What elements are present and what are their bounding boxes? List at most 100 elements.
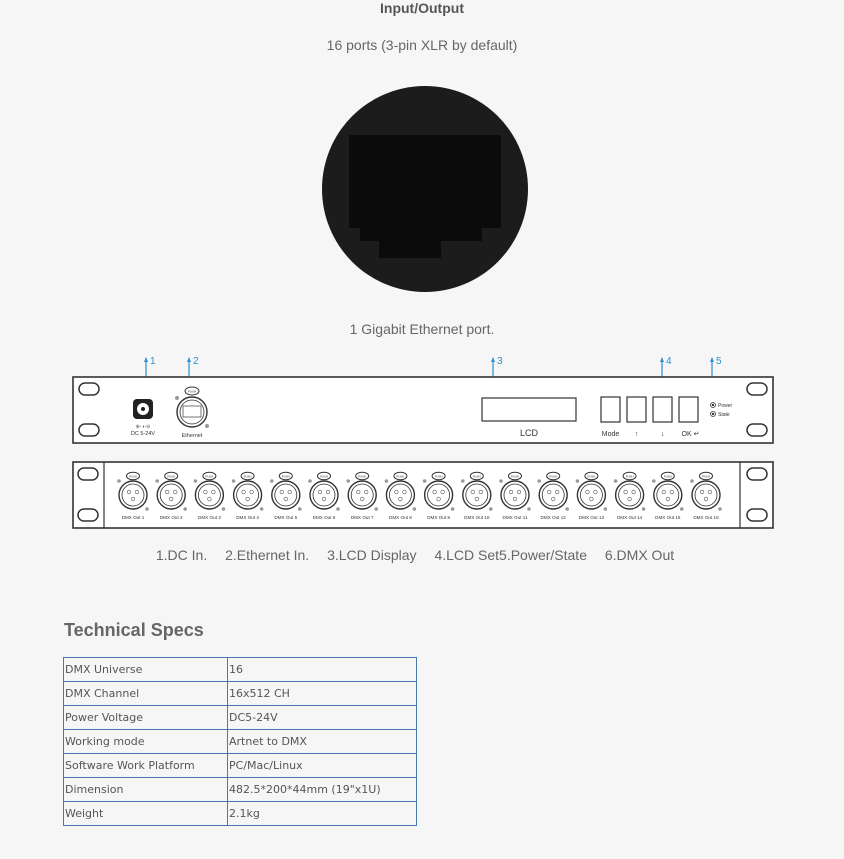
spec-value: Artnet to DMX: [227, 729, 417, 754]
xlr-connector-icon: [309, 480, 339, 510]
svg-text:PUSH: PUSH: [473, 474, 481, 478]
spec-key: Weight: [63, 801, 228, 826]
panel-button-icon: [600, 396, 621, 423]
ethernet-caption: 1 Gigabit Ethernet port.: [349, 321, 495, 337]
xlr-connector-icon: [462, 480, 492, 510]
panel-button-icon: [652, 396, 673, 423]
svg-text:PUSH: PUSH: [206, 474, 214, 478]
xlr-port-label: DMX Out 12: [541, 515, 567, 520]
panel-button-label: ↓: [661, 431, 665, 438]
callout-arrow-icon: [491, 357, 495, 362]
specs-title: Technical Specs: [64, 620, 204, 640]
xlr-connector-icon: [156, 480, 186, 510]
svg-text:PUSH: PUSH: [244, 474, 252, 478]
callout-arrow-icon: [710, 357, 714, 362]
xlr-connector-icon: [500, 480, 530, 510]
svg-text:PUSH: PUSH: [358, 474, 366, 478]
callout-number: 5: [716, 356, 722, 367]
spec-key: Dimension: [63, 777, 228, 802]
specs-table: DMX Universe 16 DMX Channel 16x512 CH Powe…: [63, 657, 417, 826]
table-row: Software Work Platform PC/Mac/Linux: [63, 753, 417, 778]
xlr-port-label: DMX Out 1: [122, 515, 145, 520]
svg-text:PUSH: PUSH: [167, 474, 175, 478]
xlr-port-label: DMX Out 7: [351, 515, 374, 520]
spec-value: 16: [227, 657, 417, 682]
rj45-port-socket-icon: [349, 135, 501, 258]
xlr-port-label: DMX Out 5: [274, 515, 297, 520]
spec-key: Working mode: [63, 729, 228, 754]
xlr-connector-icon: [653, 480, 683, 510]
spec-key: DMX Universe: [63, 657, 228, 682]
lcd-label: LCD: [520, 428, 539, 438]
rear-panel: PUSH DMX Out 1 PUSH DMX Out 2 PUSH DMX Out 3 P…: [72, 461, 774, 529]
io-section-subtitle: 16 ports (3-pin XLR by default): [326, 37, 518, 53]
xlr-port-label: DMX Out 3: [198, 515, 221, 520]
xlr-connector-icon: [385, 480, 416, 510]
svg-text:PUSH: PUSH: [702, 474, 710, 478]
legend-item: 1.DC In.: [155, 547, 208, 563]
power-led-label: Power: [718, 403, 733, 409]
svg-text:PUSH: PUSH: [320, 474, 328, 478]
xlr-port-label: DMX Out 10: [464, 515, 490, 520]
svg-text:PUSH: PUSH: [129, 474, 137, 478]
legend-item: 3.LCD Display: [327, 547, 417, 563]
ethercon-port-icon: [176, 396, 208, 428]
xlr-port-label: DMX Out 2: [160, 515, 183, 520]
spec-value: PC/Mac/Linux: [227, 753, 417, 778]
xlr-connector-icon: [232, 480, 263, 510]
xlr-port-label: DMX Out 13: [579, 515, 605, 520]
rj45-port-image: [322, 86, 528, 292]
callout-number: 3: [497, 356, 503, 367]
panel-button-label: ↑: [635, 431, 639, 438]
spec-value: 482.5*200*44mm (19"x1U): [227, 777, 417, 802]
table-row: DMX Channel 16x512 CH: [63, 681, 417, 706]
svg-text:PUSH: PUSH: [549, 474, 557, 478]
svg-text:PUSH: PUSH: [664, 474, 672, 478]
table-row: DMX Universe 16: [63, 657, 417, 682]
spec-value: 2.1kg: [227, 801, 417, 826]
table-row: Power Voltage DC5-24V: [63, 705, 417, 730]
callout-arrow-icon: [187, 357, 191, 362]
xlr-connector-icon: [347, 480, 377, 510]
xlr-connector-icon: [194, 480, 225, 510]
xlr-connector-icon: [423, 480, 454, 510]
callout-number: 4: [666, 356, 672, 367]
spec-key: Power Voltage: [63, 705, 228, 730]
legend-item: 4.LCD Set5.Power/State: [434, 547, 587, 563]
xlr-connector-icon: [614, 480, 645, 510]
svg-text:PUSH: PUSH: [626, 474, 634, 478]
svg-text:PUSH: PUSH: [511, 474, 519, 478]
xlr-port-label: DMX Out 8: [389, 515, 412, 520]
spec-key: DMX Channel: [63, 681, 228, 706]
spec-value: DC5-24V: [227, 705, 417, 730]
spec-value: 16x512 CH: [227, 681, 417, 706]
panel-legend: 1.DC In. 2.Ethernet In. 3.LCD Display 4.…: [0, 547, 844, 563]
svg-text:PUSH: PUSH: [588, 474, 596, 478]
callout-number: 2: [193, 356, 199, 367]
table-row: Working mode Artnet to DMX: [63, 729, 417, 754]
xlr-port-label: DMX Out 6: [313, 515, 336, 520]
svg-text:PUSH: PUSH: [435, 474, 443, 478]
legend-item: 6.DMX Out: [604, 547, 675, 563]
xlr-connector-icon: [118, 480, 148, 510]
dc-polarity-label: ⊕-◑-⊖: [136, 424, 151, 430]
xlr-port-label: DMX Out 15: [655, 515, 681, 520]
spec-key: Software Work Platform: [63, 753, 228, 778]
svg-text:PUSH: PUSH: [282, 474, 290, 478]
xlr-port-label: DMX Out 4: [236, 515, 259, 520]
xlr-port-label: DMX Out 16: [693, 515, 719, 520]
callout-number: 1: [150, 356, 156, 367]
xlr-port-label: DMX Out 14: [617, 515, 643, 520]
ethernet-label: Ethernet: [182, 433, 203, 439]
lcd-display-icon: [481, 397, 577, 422]
front-panel: ⊕-◑-⊖ DC 5-24V PUSH Ethernet LCD Mode ↑ ↓ O…: [72, 376, 774, 444]
svg-text:PUSH: PUSH: [397, 474, 405, 478]
xlr-port-label: DMX Out 9: [427, 515, 450, 520]
panel-button-label: Mode: [602, 431, 620, 438]
xlr-connector-icon: [538, 480, 568, 510]
panel-button-label: OK ↵: [682, 431, 700, 438]
io-section-title: Input/Output: [380, 0, 464, 16]
device-panel-diagram: 1 2 3 4 5 ⊕-◑-⊖ DC 5-24V PUSH Ethernet LCD M…: [72, 356, 774, 529]
dc-label: DC 5-24V: [131, 431, 155, 437]
callout-arrow-icon: [144, 357, 148, 362]
